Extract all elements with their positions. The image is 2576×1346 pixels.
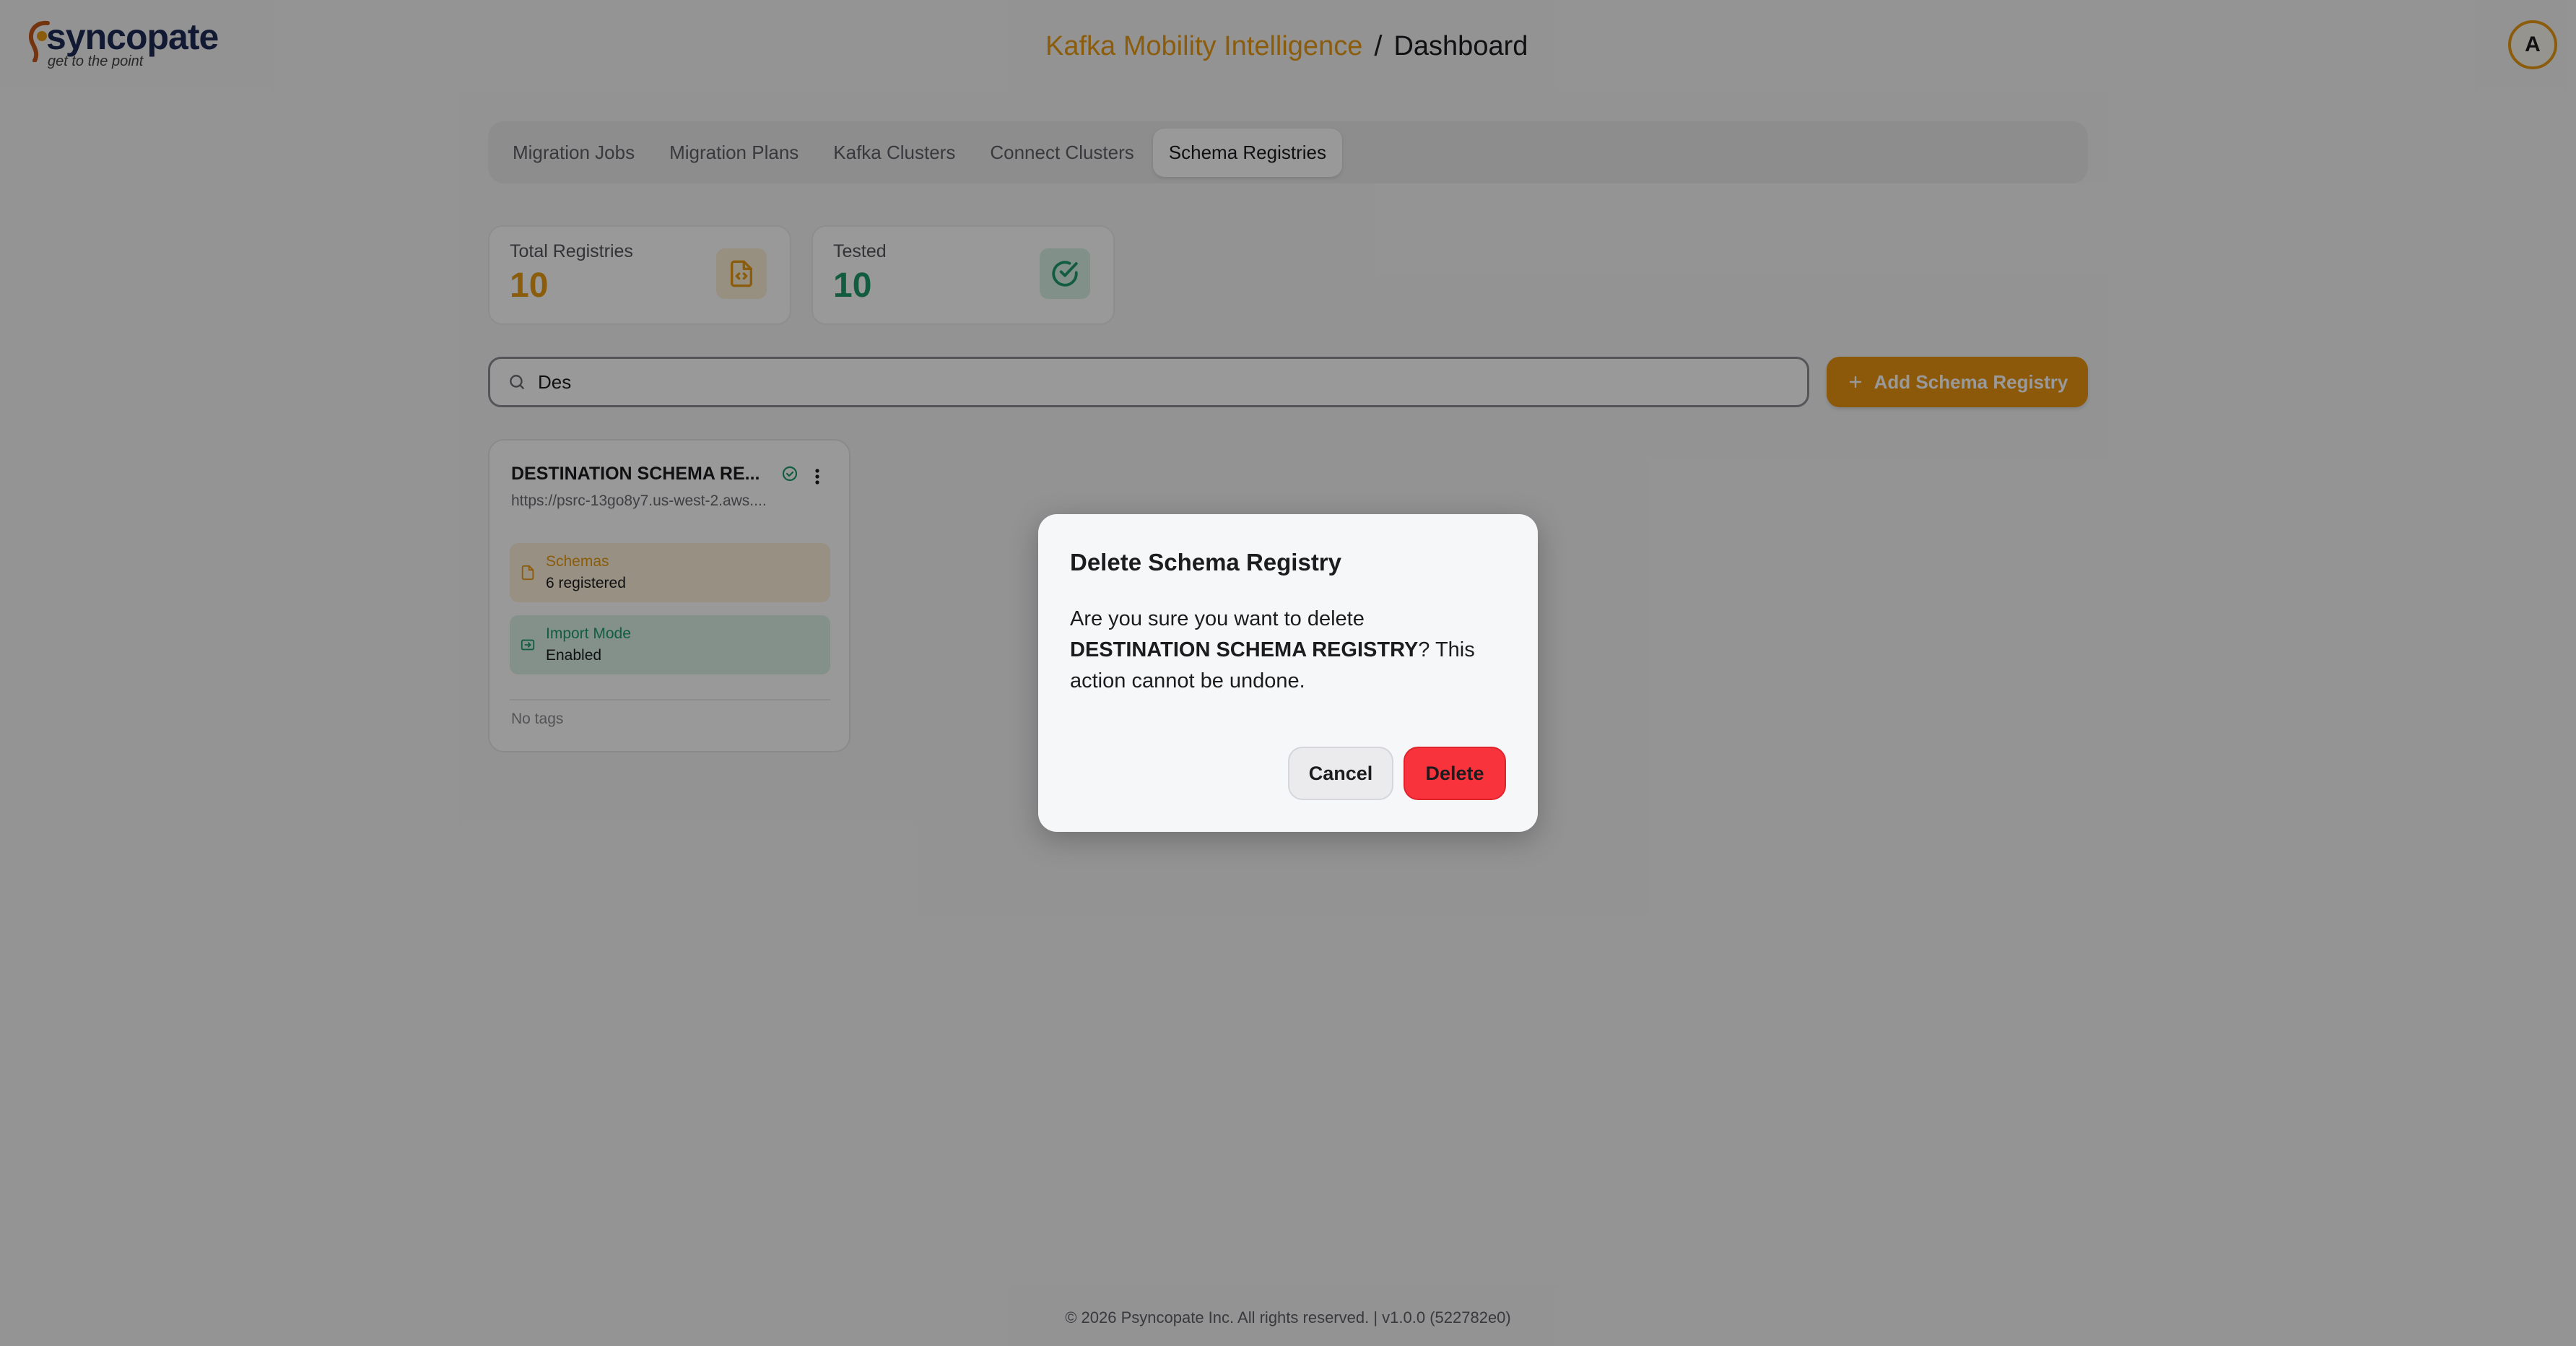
delete-confirm-dialog: Delete Schema Registry Are you sure you … xyxy=(1038,514,1538,832)
dialog-title: Delete Schema Registry xyxy=(1070,549,1342,576)
dialog-message: Are you sure you want to delete DESTINAT… xyxy=(1070,604,1510,697)
dialog-message-prefix: Are you sure you want to delete xyxy=(1070,607,1365,630)
cancel-button[interactable]: Cancel xyxy=(1288,747,1393,800)
dialog-registry-name: DESTINATION SCHEMA REGISTRY xyxy=(1070,638,1419,661)
delete-button[interactable]: Delete xyxy=(1404,747,1506,800)
